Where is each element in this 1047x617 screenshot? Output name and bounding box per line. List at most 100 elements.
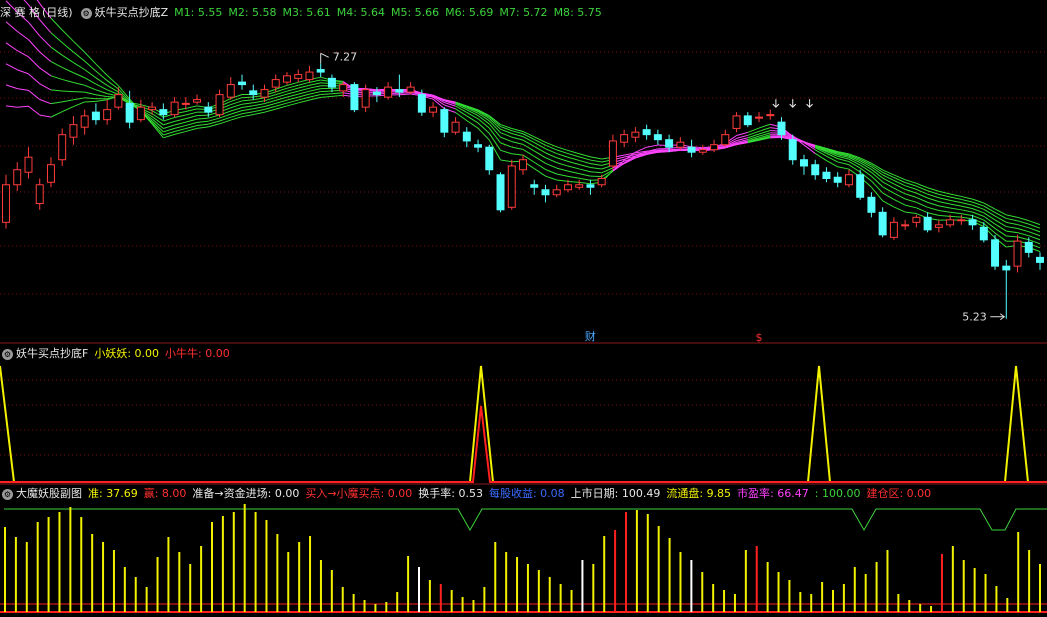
stock-name[interactable]: 深 赛 格 xyxy=(0,5,40,21)
candle[interactable] xyxy=(799,154,808,175)
candle[interactable] xyxy=(934,219,943,233)
indicator-name[interactable]: 妖牛买点抄底F xyxy=(16,346,88,362)
ma-line-segment xyxy=(579,177,591,181)
settings-icon[interactable]: ⚙ xyxy=(2,488,13,500)
candle[interactable] xyxy=(519,154,527,175)
ma-line-segment xyxy=(882,200,895,208)
legend-label: 赢 xyxy=(143,487,155,500)
candle[interactable] xyxy=(35,178,44,210)
candle[interactable] xyxy=(215,89,224,118)
candle[interactable] xyxy=(653,129,662,145)
candle[interactable] xyxy=(80,109,89,135)
candle[interactable] xyxy=(1013,234,1022,273)
candle[interactable] xyxy=(316,63,325,78)
legend-label: 小妖妖 xyxy=(94,347,128,360)
candle[interactable] xyxy=(327,74,336,93)
candle[interactable] xyxy=(833,172,842,188)
candle[interactable] xyxy=(485,144,494,175)
ma-line-segment xyxy=(567,175,580,179)
candle[interactable] xyxy=(991,234,1000,270)
ma-line-segment xyxy=(905,204,917,209)
ma-line-segment xyxy=(758,123,771,129)
candle[interactable] xyxy=(496,172,505,213)
candle[interactable] xyxy=(912,214,921,228)
candle[interactable] xyxy=(395,74,404,98)
candle[interactable] xyxy=(103,99,112,125)
period-label[interactable]: (日线) xyxy=(42,5,73,21)
candle[interactable] xyxy=(13,162,22,192)
indicator-name[interactable]: 大魔妖股副图 xyxy=(16,486,82,502)
legend-label: 准 xyxy=(88,487,99,500)
stock-chart[interactable]: 7.27 5.23 财 $ xyxy=(0,0,1047,617)
candle[interactable] xyxy=(507,159,516,210)
candle-body xyxy=(46,164,55,183)
ma-line-segment xyxy=(511,141,524,145)
candle[interactable] xyxy=(350,82,359,113)
ma-legend-value: 5.64 xyxy=(360,6,385,19)
candle[interactable] xyxy=(1036,252,1044,270)
candle[interactable] xyxy=(766,109,775,120)
candle[interactable] xyxy=(440,107,449,138)
candle[interactable] xyxy=(901,219,910,230)
candle[interactable] xyxy=(957,214,966,225)
ma-line-segment xyxy=(331,92,344,95)
candle[interactable] xyxy=(586,179,595,195)
candle[interactable] xyxy=(159,103,168,120)
candle[interactable] xyxy=(755,112,764,123)
candle[interactable] xyxy=(136,99,145,123)
ma-line-segment xyxy=(73,81,85,86)
candle-body xyxy=(372,91,381,96)
candle[interactable] xyxy=(923,212,932,233)
candle[interactable] xyxy=(474,139,483,153)
candle[interactable] xyxy=(24,147,33,179)
candle[interactable] xyxy=(631,127,640,143)
candle[interactable] xyxy=(2,174,10,229)
candle[interactable] xyxy=(541,184,550,203)
ma-line-segment xyxy=(309,79,321,83)
candle[interactable] xyxy=(91,103,100,125)
candle[interactable] xyxy=(878,207,887,238)
candle[interactable] xyxy=(339,82,348,98)
candle[interactable] xyxy=(462,127,471,148)
settings-icon[interactable]: ⚙ xyxy=(2,348,13,360)
candle[interactable] xyxy=(238,74,247,90)
candle[interactable] xyxy=(271,74,280,93)
candle[interactable] xyxy=(58,128,67,166)
candle-body xyxy=(979,226,988,241)
candle[interactable] xyxy=(193,94,202,105)
candle[interactable] xyxy=(282,72,291,85)
candle[interactable] xyxy=(889,217,898,240)
ma-line-segment xyxy=(590,171,602,174)
candle[interactable] xyxy=(811,159,820,180)
candle[interactable] xyxy=(608,134,617,170)
candle[interactable] xyxy=(530,179,539,195)
candle[interactable] xyxy=(642,124,651,140)
ma-line-segment xyxy=(241,111,254,115)
candle[interactable] xyxy=(429,102,438,118)
ma-line-segment xyxy=(36,0,41,4)
ma-line-segment xyxy=(286,99,299,104)
candle[interactable] xyxy=(384,82,393,100)
candle[interactable] xyxy=(575,179,584,190)
candle[interactable] xyxy=(822,167,831,183)
candle[interactable] xyxy=(620,129,629,148)
settings-icon[interactable]: ⚙ xyxy=(80,7,92,19)
candle[interactable] xyxy=(687,139,696,158)
candle[interactable] xyxy=(743,112,752,128)
candle[interactable] xyxy=(226,77,235,100)
candle[interactable] xyxy=(451,117,460,135)
candlesticks[interactable] xyxy=(2,63,1044,319)
candle[interactable] xyxy=(69,115,78,145)
candle[interactable] xyxy=(294,69,303,83)
candle[interactable] xyxy=(170,97,179,118)
indicator-name[interactable]: 妖牛买点抄底Z xyxy=(95,5,169,21)
candle[interactable] xyxy=(305,65,314,83)
candle[interactable] xyxy=(721,129,730,148)
candle[interactable] xyxy=(867,192,876,218)
ma-line-segment xyxy=(1017,236,1029,241)
candle[interactable] xyxy=(552,184,561,198)
candle[interactable] xyxy=(1002,259,1011,319)
candle[interactable] xyxy=(732,112,741,133)
candle[interactable] xyxy=(46,157,55,188)
candle[interactable] xyxy=(844,169,853,188)
